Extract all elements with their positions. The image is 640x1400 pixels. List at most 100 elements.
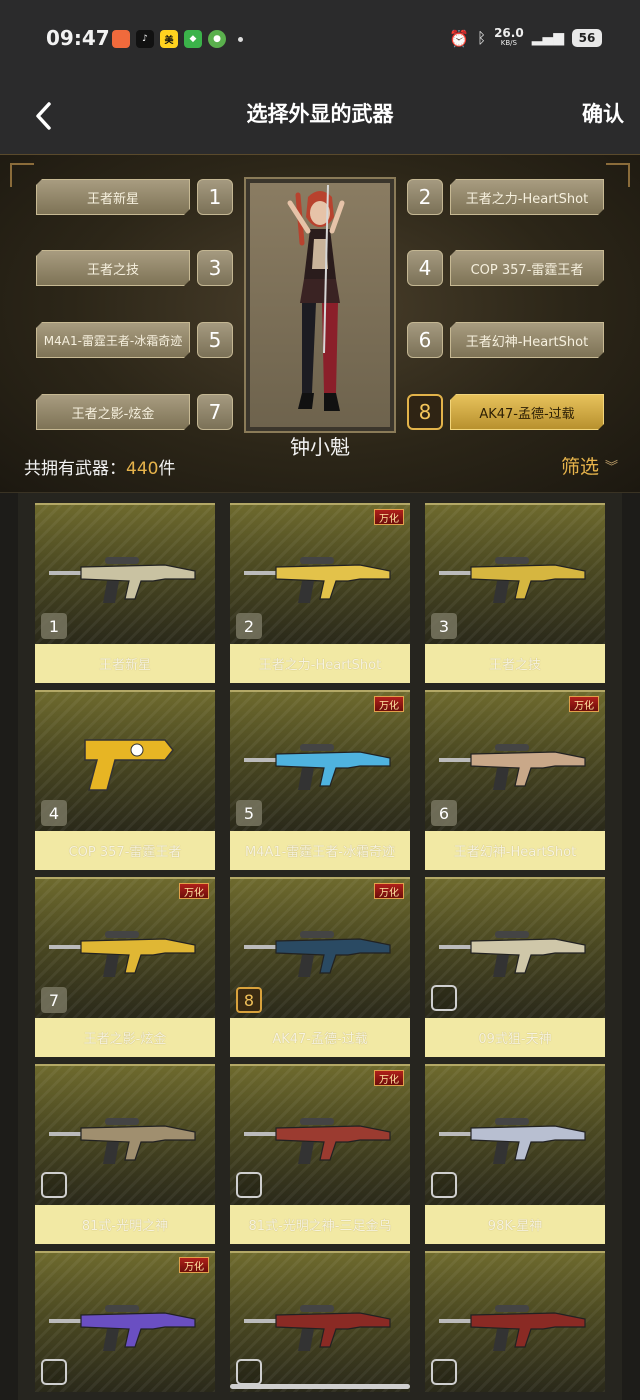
rifle-icon: [84, 739, 174, 791]
status-right: ⏰ ᛒ 26.0 KB/S ▂▄▆ 56: [449, 27, 602, 48]
weapon-card[interactable]: 09式狙-天神: [425, 877, 605, 1057]
double-chevron-down-icon: ︾: [604, 460, 618, 475]
corner-ornament: [10, 163, 34, 187]
weapon-card[interactable]: 万化 5 M4A1-雷霆王者-冰霜奇迹: [230, 690, 410, 870]
rifle-icon: [244, 931, 391, 977]
weapon-name: 王者之技: [425, 644, 605, 683]
character-name: 钟小魁: [290, 435, 350, 459]
slot-number-badge: 8: [236, 987, 262, 1013]
weapon-card[interactable]: 万化 6 王者幻神-HeartShot: [425, 690, 605, 870]
status-bar: 09:47 ♪ 美 ◆ ● ⏰ ᛒ 26.0 KB/S ▂▄▆ 56: [0, 0, 640, 80]
slot-6-number: 6: [407, 322, 443, 358]
weapon-card[interactable]: 万化 8 AK47-孟德-过载: [230, 877, 410, 1057]
status-time: 09:47: [46, 26, 110, 50]
weapon-card[interactable]: [230, 1251, 410, 1400]
meituan-app-icon: 美: [160, 30, 178, 48]
weapon-image: 万化 2: [230, 503, 410, 644]
wanhua-tag: 万化: [569, 696, 599, 712]
slot-number-badge: 4: [41, 800, 67, 826]
weapon-image: 万化 7: [35, 877, 215, 1018]
slot-8-number: 8: [407, 394, 443, 430]
slot-number-badge: 1: [41, 613, 67, 639]
slot-8-pill[interactable]: AK47-孟德-过载: [450, 394, 604, 430]
weapon-card[interactable]: 3 王者之技: [425, 503, 605, 683]
weapon-card[interactable]: 4 COP 357-雷霆王者: [35, 690, 215, 870]
weapon-grid[interactable]: 1 王者新星 万化 2 王者之力-HeartShot 3 王者之技 4 COP 357-雷霆王者…: [0, 492, 640, 1400]
weapon-name: 王者新星: [35, 644, 215, 683]
weapon-card[interactable]: 81式-光明之神: [35, 1064, 215, 1244]
weapon-image: [425, 877, 605, 1018]
weapon-card[interactable]: 万化: [35, 1251, 215, 1400]
slot-2-pill[interactable]: 王者之力-HeartShot: [450, 179, 604, 215]
slot-number-badge: 7: [41, 987, 67, 1013]
slot-1-number: 1: [197, 179, 233, 215]
weapon-image: 3: [425, 503, 605, 644]
weapon-name: 王者之力-HeartShot: [230, 644, 410, 683]
character-portrait: [244, 177, 396, 433]
rifle-icon: [49, 931, 196, 977]
weapon-card[interactable]: 万化 7 王者之影-炫金: [35, 877, 215, 1057]
game-app-icon: [112, 30, 130, 48]
weapon-image: 4: [35, 690, 215, 831]
rifle-icon: [49, 1305, 196, 1351]
weapon-image: 万化 5: [230, 690, 410, 831]
corner-ornament: [606, 163, 630, 187]
confirm-button[interactable]: 确认: [582, 98, 624, 128]
notification-icons: ♪ 美 ◆ ●: [112, 30, 243, 48]
select-checkbox[interactable]: [431, 1359, 457, 1385]
weapon-image: 万化 6: [425, 690, 605, 831]
weapon-image: 万化: [230, 1064, 410, 1205]
weapon-card[interactable]: 98K-星神: [425, 1064, 605, 1244]
slot-3-pill[interactable]: 王者之技: [36, 250, 190, 286]
select-checkbox[interactable]: [41, 1359, 67, 1385]
rifle-icon: [244, 1305, 391, 1351]
wanhua-tag: 万化: [179, 883, 209, 899]
slot-7-pill[interactable]: 王者之影-炫金: [36, 394, 190, 430]
weapon-name: 81式-光明之神-三足金乌: [230, 1205, 410, 1244]
filter-button[interactable]: 筛选 ︾: [561, 452, 618, 479]
weapon-card[interactable]: 万化 81式-光明之神-三足金乌: [230, 1064, 410, 1244]
select-checkbox[interactable]: [236, 1172, 262, 1198]
character-figure: [287, 184, 345, 411]
weapon-image: [35, 1064, 215, 1205]
alarm-icon: ⏰: [449, 28, 470, 48]
weapon-name: AK47-孟德-过载: [230, 1018, 410, 1057]
home-indicator[interactable]: [230, 1384, 410, 1389]
weapon-name: M4A1-雷霆王者-冰霜奇迹: [230, 831, 410, 870]
select-checkbox[interactable]: [431, 1172, 457, 1198]
weapon-card[interactable]: 1 王者新星: [35, 503, 215, 683]
slot-1-pill[interactable]: 王者新星: [36, 179, 190, 215]
select-checkbox[interactable]: [236, 1359, 262, 1385]
weapon-name: COP 357-雷霆王者: [35, 831, 215, 870]
more-dot-icon: [238, 36, 243, 42]
slot-number-badge: 2: [236, 613, 262, 639]
select-checkbox[interactable]: [431, 985, 457, 1011]
rifle-icon: [439, 557, 586, 603]
slot-2-number: 2: [407, 179, 443, 215]
slot-number-badge: 3: [431, 613, 457, 639]
screen: 09:47 ♪ 美 ◆ ● ⏰ ᛒ 26.0 KB/S ▂▄▆ 56 选择外显的…: [0, 0, 640, 1400]
weapon-image: 万化: [35, 1251, 215, 1392]
weapon-image: 万化 8: [230, 877, 410, 1018]
slot-4-number: 4: [407, 250, 443, 286]
weapon-image: 1: [35, 503, 215, 644]
owned-count: 共拥有武器：440件: [24, 459, 176, 479]
slot-4-pill[interactable]: COP 357-雷霆王者: [450, 250, 604, 286]
rifle-icon: [244, 744, 391, 790]
slot-5-pill[interactable]: M4A1-雷霆王者-冰霜奇迹: [36, 322, 190, 358]
rifle-icon: [439, 931, 586, 977]
wanhua-tag: 万化: [374, 883, 404, 899]
battery-icon: 56: [572, 29, 602, 47]
wanhua-tag: 万化: [374, 509, 404, 525]
select-checkbox[interactable]: [41, 1172, 67, 1198]
wanhua-tag: 万化: [374, 696, 404, 712]
slot-6-pill[interactable]: 王者幻神-HeartShot: [450, 322, 604, 358]
weapon-card[interactable]: 万化 2 王者之力-HeartShot: [230, 503, 410, 683]
weapon-image: [425, 1064, 605, 1205]
loadout-panel: 王者新星 1 王者之技 3 M4A1-雷霆王者-冰霜奇迹 5 王者之影-炫金 7: [0, 154, 640, 492]
weapon-name: 王者之影-炫金: [35, 1018, 215, 1057]
weapon-card[interactable]: [425, 1251, 605, 1400]
rifle-icon: [439, 1305, 586, 1351]
shield-app-icon: ◆: [184, 30, 202, 48]
bluetooth-icon: ᛒ: [477, 29, 487, 47]
